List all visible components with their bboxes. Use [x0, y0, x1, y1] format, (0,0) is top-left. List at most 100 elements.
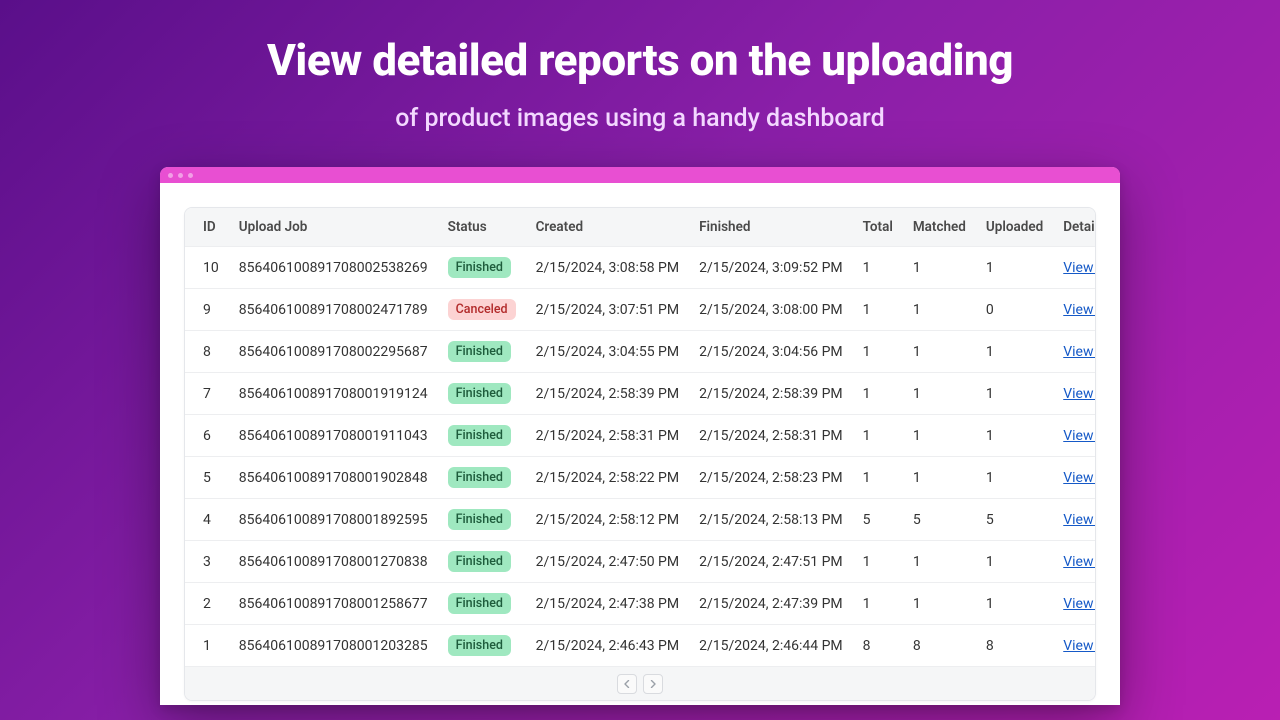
cell-uploaded: 1: [976, 583, 1053, 625]
table-row: 5856406100891708001902848Finished2/15/20…: [185, 457, 1096, 499]
col-total: Total: [853, 208, 903, 247]
traffic-light-min-icon: [178, 173, 183, 178]
table-row: 1856406100891708001203285Finished2/15/20…: [185, 625, 1096, 667]
cell-status: Finished: [438, 541, 526, 583]
table-row: 6856406100891708001911043Finished2/15/20…: [185, 415, 1096, 457]
next-page-button[interactable]: [643, 674, 663, 694]
status-badge: Finished: [448, 593, 511, 614]
cell-created: 2/15/2024, 3:07:51 PM: [526, 289, 690, 331]
cell-total: 1: [853, 289, 903, 331]
chevron-left-icon: [623, 680, 631, 688]
cell-finished: 2/15/2024, 2:47:51 PM: [689, 541, 853, 583]
cell-total: 1: [853, 373, 903, 415]
view-log-link[interactable]: View Log: [1063, 596, 1096, 612]
cell-finished: 2/15/2024, 2:58:23 PM: [689, 457, 853, 499]
cell-details: View Log: [1053, 541, 1096, 583]
table-row: 7856406100891708001919124 Finished 2/15/20…: [185, 373, 1096, 415]
cell-uploaded: 0: [976, 289, 1053, 331]
view-log-link[interactable]: View Log: [1063, 638, 1096, 654]
view-log-link[interactable]: View Log: [1063, 386, 1096, 402]
cell-uploaded: 5: [976, 499, 1053, 541]
view-log-link[interactable]: View Log: [1063, 470, 1096, 486]
cell-status: Finished: [438, 583, 526, 625]
view-log-link[interactable]: View Log: [1063, 554, 1096, 570]
view-log-link[interactable]: View Log: [1063, 344, 1096, 360]
col-created: Created: [526, 208, 690, 247]
cell-matched: 8: [903, 625, 976, 667]
cell-status: Finished: [438, 247, 526, 289]
col-details: Details: [1053, 208, 1096, 247]
cell-id: 8: [185, 331, 229, 373]
hero-banner: View detailed reports on the uploading o…: [0, 0, 1280, 133]
table-row: 8856406100891708002295687 Finished 2/15/20…: [185, 331, 1096, 373]
status-badge: Finished: [448, 341, 511, 362]
cell-finished: 2/15/2024, 2:47:39 PM: [689, 583, 853, 625]
cell-total: 1: [853, 331, 903, 373]
cell-matched: 1: [903, 289, 976, 331]
cell-status: Finished: [438, 499, 526, 541]
cell-id: 2: [185, 583, 229, 625]
cell-total: 1: [853, 541, 903, 583]
cell-uploaded: 1: [976, 415, 1053, 457]
status-badge: Finished: [448, 425, 511, 446]
cell-status: Finished: [438, 331, 526, 373]
cell-id: 10: [185, 247, 229, 289]
cell-upload-job: 856406100891708001911043: [229, 415, 438, 457]
table-row: 9856406100891708002471789Canceled2/15/20…: [185, 289, 1096, 331]
cell-upload-job: 856406100891708001892595: [229, 499, 438, 541]
pagination: [185, 666, 1095, 700]
table-row: 10856406100891708002538269Finished2/15/2…: [185, 247, 1096, 289]
cell-status: Finished: [438, 415, 526, 457]
col-finished: Finished: [689, 208, 853, 247]
cell-details: View Log: [1053, 415, 1096, 457]
table-header-row: ID Upload Job Status Created Finished To…: [185, 208, 1096, 247]
cell-id: 9: [185, 289, 229, 331]
cell-finished: 2/15/2024, 2:58:39 PM: [689, 373, 853, 415]
cell-upload-job: 856406100891708001203285: [229, 625, 438, 667]
status-badge: Finished: [448, 467, 511, 488]
cell-uploaded: 8: [976, 625, 1053, 667]
cell-matched: 1: [903, 373, 976, 415]
cell-finished: 2/15/2024, 2:58:31 PM: [689, 415, 853, 457]
table-row: 4856406100891708001892595Finished2/15/20…: [185, 499, 1096, 541]
view-log-link[interactable]: View Log: [1063, 260, 1096, 276]
status-badge: Finished: [448, 383, 511, 404]
cell-uploaded: 1: [976, 373, 1053, 415]
cell-matched: 1: [903, 457, 976, 499]
cell-created: 2/15/2024, 2:58:39 PM: [526, 373, 690, 415]
cell-id: 1: [185, 625, 229, 667]
status-badge: Finished: [448, 257, 511, 278]
cell-total: 1: [853, 583, 903, 625]
view-log-link[interactable]: View Log: [1063, 302, 1096, 318]
cell-upload-job: 856406100891708001919124: [229, 373, 438, 415]
cell-details: View Log: [1053, 289, 1096, 331]
cell-id: 7: [185, 373, 229, 415]
view-log-link[interactable]: View Log: [1063, 512, 1096, 528]
cell-details: View Log: [1053, 499, 1096, 541]
cell-created: 2/15/2024, 2:58:12 PM: [526, 499, 690, 541]
reports-card: ID Upload Job Status Created Finished To…: [184, 207, 1096, 701]
cell-total: 1: [853, 247, 903, 289]
traffic-light-max-icon: [188, 173, 193, 178]
cell-details: View Log: [1053, 457, 1096, 499]
cell-created: 2/15/2024, 2:46:43 PM: [526, 625, 690, 667]
col-id: ID: [185, 208, 229, 247]
cell-details: View Log: [1053, 247, 1096, 289]
prev-page-button[interactable]: [617, 674, 637, 694]
cell-details: View Log: [1053, 583, 1096, 625]
chevron-right-icon: [649, 680, 657, 688]
cell-matched: 1: [903, 541, 976, 583]
cell-upload-job: 856406100891708001902848: [229, 457, 438, 499]
cell-uploaded: 1: [976, 247, 1053, 289]
view-log-link[interactable]: View Log: [1063, 428, 1096, 444]
cell-total: 1: [853, 457, 903, 499]
cell-details: View Log: [1053, 331, 1096, 373]
cell-upload-job: 856406100891708002471789: [229, 289, 438, 331]
cell-total: 1: [853, 415, 903, 457]
cell-upload-job: 856406100891708002295687: [229, 331, 438, 373]
browser-viewport: ID Upload Job Status Created Finished To…: [160, 183, 1120, 705]
traffic-light-close-icon: [168, 173, 173, 178]
cell-created: 2/15/2024, 3:04:55 PM: [526, 331, 690, 373]
cell-upload-job: 856406100891708001258677: [229, 583, 438, 625]
cell-id: 3: [185, 541, 229, 583]
